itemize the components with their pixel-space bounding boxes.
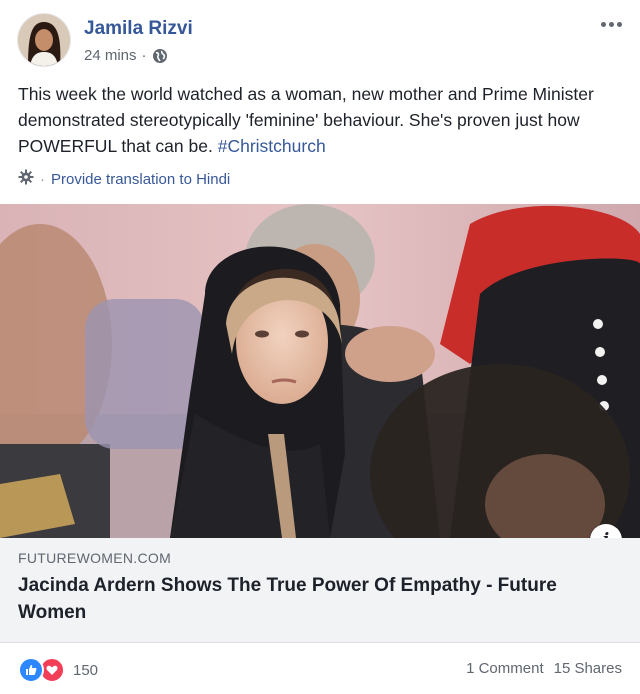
gear-icon[interactable] [18,169,34,189]
post-meta: 24 mins · [84,47,168,64]
comments-count-link[interactable]: 1 Comment [466,660,544,677]
meta-separator: · [141,47,147,64]
post-header: Jamila Rizvi 24 mins · [0,0,640,76]
post-text: This week the world watched as a woman, … [18,81,628,159]
author-avatar[interactable] [18,14,70,66]
more-dot [608,21,614,27]
translation-separator: · [40,170,45,188]
shares-count-link[interactable]: 15 Shares [554,660,622,677]
engagement-stats: 1 Comment 15 Shares [466,660,622,677]
link-preview-image[interactable] [0,204,640,538]
more-dot [616,21,622,27]
author-name[interactable]: Jamila Rizvi [84,18,193,40]
link-title[interactable]: Jacinda Ardern Shows The True Power Of E… [18,572,608,626]
hashtag-link[interactable]: #Christchurch [218,136,326,156]
translation-row: · Provide translation to Hindi [18,169,230,189]
reactions-summary[interactable]: 150 [18,657,98,683]
like-icon [18,657,44,683]
globe-icon[interactable] [152,48,168,64]
post-footer: 150 1 Comment 15 Shares [0,643,640,694]
post-time[interactable]: 24 mins [84,47,137,64]
more-options-icon[interactable] [596,14,626,34]
reaction-count: 150 [73,661,99,679]
post-card: Jamila Rizvi 24 mins · This week the wor… [0,0,640,694]
link-caption[interactable]: FUTUREWOMEN.COM Jacinda Ardern Shows The… [0,538,640,643]
link-domain: FUTUREWOMEN.COM [18,550,172,566]
more-dot [600,21,606,27]
translation-link[interactable]: Provide translation to Hindi [51,171,230,188]
